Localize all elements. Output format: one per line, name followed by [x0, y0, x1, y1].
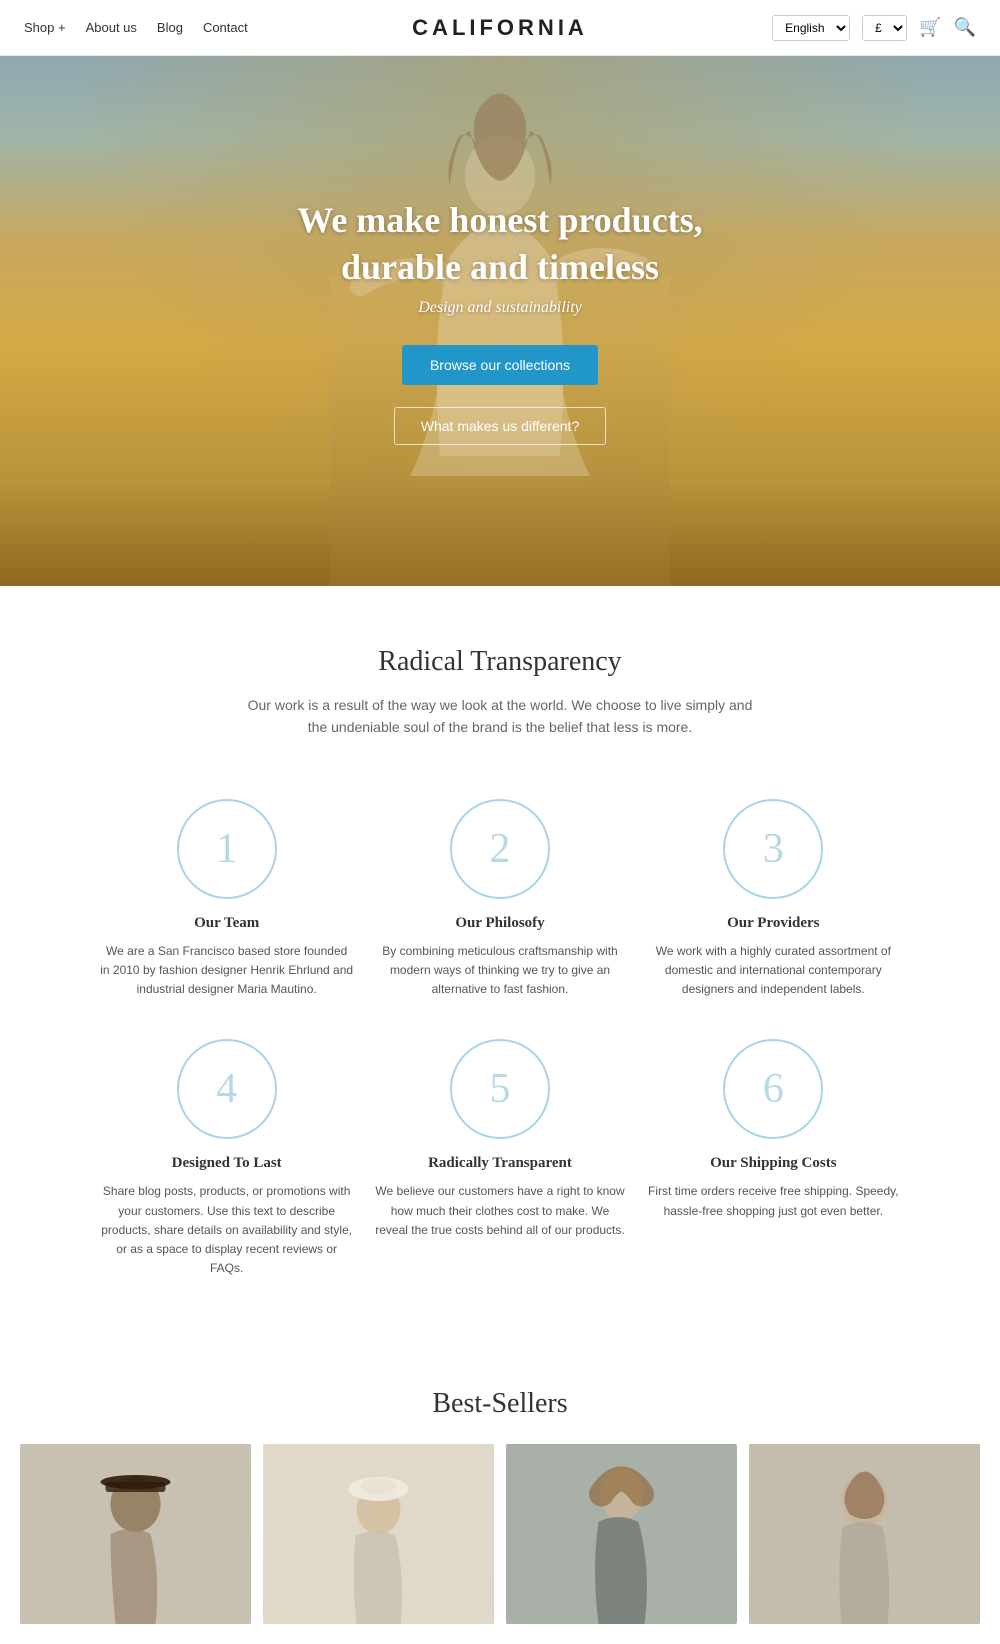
product-card-1[interactable]: [20, 1444, 251, 1624]
products-grid: [20, 1444, 980, 1624]
navbar: Shop + About us Blog Contact CALIFORNIA …: [0, 0, 1000, 56]
brand-logo[interactable]: CALIFORNIA: [412, 15, 588, 41]
features-grid: 1 Our Team We are a San Francisco based …: [60, 779, 940, 1299]
feature-circle-2: 2: [450, 799, 550, 899]
feature-number-3: 3: [763, 825, 784, 873]
cart-icon[interactable]: 🛒: [919, 17, 941, 38]
nav-about[interactable]: About us: [86, 20, 137, 35]
feature-4: 4 Designed To Last Share blog posts, pro…: [100, 1039, 353, 1278]
feature-desc-5: We believe our customers have a right to…: [373, 1182, 626, 1240]
transparency-section: Radical Transparency Our work is a resul…: [0, 586, 1000, 1338]
feature-desc-3: We work with a highly curated assortment…: [647, 942, 900, 1000]
nav-actions: English French £ $ € 🛒 🔍: [772, 15, 976, 41]
product-image-1: [20, 1444, 251, 1624]
nav-blog[interactable]: Blog: [157, 20, 183, 35]
product-image-4: [749, 1444, 980, 1624]
hero-content: We make honest products,durable and time…: [297, 197, 702, 445]
feature-circle-4: 4: [177, 1039, 277, 1139]
feature-3: 3 Our Providers We work with a highly cu…: [647, 799, 900, 1000]
feature-number-2: 2: [489, 825, 510, 873]
what-makes-us-button[interactable]: What makes us different?: [394, 407, 606, 445]
feature-2: 2 Our Philosofy By combining meticulous …: [373, 799, 626, 1000]
feature-desc-2: By combining meticulous craftsmanship wi…: [373, 942, 626, 1000]
feature-circle-5: 5: [450, 1039, 550, 1139]
hero-buttons: Browse our collections What makes us dif…: [297, 345, 702, 445]
feature-number-4: 4: [216, 1065, 237, 1113]
feature-number-1: 1: [216, 825, 237, 873]
product-image-3: [506, 1444, 737, 1624]
feature-circle-6: 6: [723, 1039, 823, 1139]
feature-1: 1 Our Team We are a San Francisco based …: [100, 799, 353, 1000]
feature-number-5: 5: [489, 1065, 510, 1113]
feature-desc-1: We are a San Francisco based store found…: [100, 942, 353, 1000]
product-card-2[interactable]: [263, 1444, 494, 1624]
feature-title-5: Radically Transparent: [373, 1155, 626, 1172]
feature-desc-4: Share blog posts, products, or promotion…: [100, 1182, 353, 1278]
feature-title-2: Our Philosofy: [373, 915, 626, 932]
hero-section: We make honest products,durable and time…: [0, 56, 1000, 586]
feature-title-1: Our Team: [100, 915, 353, 932]
hero-subtitle: Design and sustainability: [297, 299, 702, 317]
product-card-3[interactable]: [506, 1444, 737, 1624]
nav-links: Shop + About us Blog Contact: [24, 20, 248, 35]
feature-desc-6: First time orders receive free shipping.…: [647, 1182, 900, 1220]
feature-title-3: Our Providers: [647, 915, 900, 932]
product-card-4[interactable]: [749, 1444, 980, 1624]
transparency-title: Radical Transparency: [60, 646, 940, 678]
nav-contact[interactable]: Contact: [203, 20, 248, 35]
feature-6: 6 Our Shipping Costs First time orders r…: [647, 1039, 900, 1278]
feature-circle-1: 1: [177, 799, 277, 899]
feature-title-6: Our Shipping Costs: [647, 1155, 900, 1172]
language-selector[interactable]: English French: [772, 15, 850, 41]
best-sellers-section: Best-Sellers: [0, 1338, 1000, 1644]
product-image-2: [263, 1444, 494, 1624]
feature-5: 5 Radically Transparent We believe our c…: [373, 1039, 626, 1278]
feature-number-6: 6: [763, 1065, 784, 1113]
hero-title: We make honest products,durable and time…: [297, 197, 702, 291]
currency-selector[interactable]: £ $ €: [862, 15, 907, 41]
search-icon[interactable]: 🔍: [954, 17, 976, 38]
feature-title-4: Designed To Last: [100, 1155, 353, 1172]
transparency-desc: Our work is a result of the way we look …: [240, 694, 760, 739]
feature-circle-3: 3: [723, 799, 823, 899]
browse-collections-button[interactable]: Browse our collections: [402, 345, 598, 385]
best-sellers-title: Best-Sellers: [20, 1388, 980, 1420]
nav-shop[interactable]: Shop +: [24, 20, 66, 35]
